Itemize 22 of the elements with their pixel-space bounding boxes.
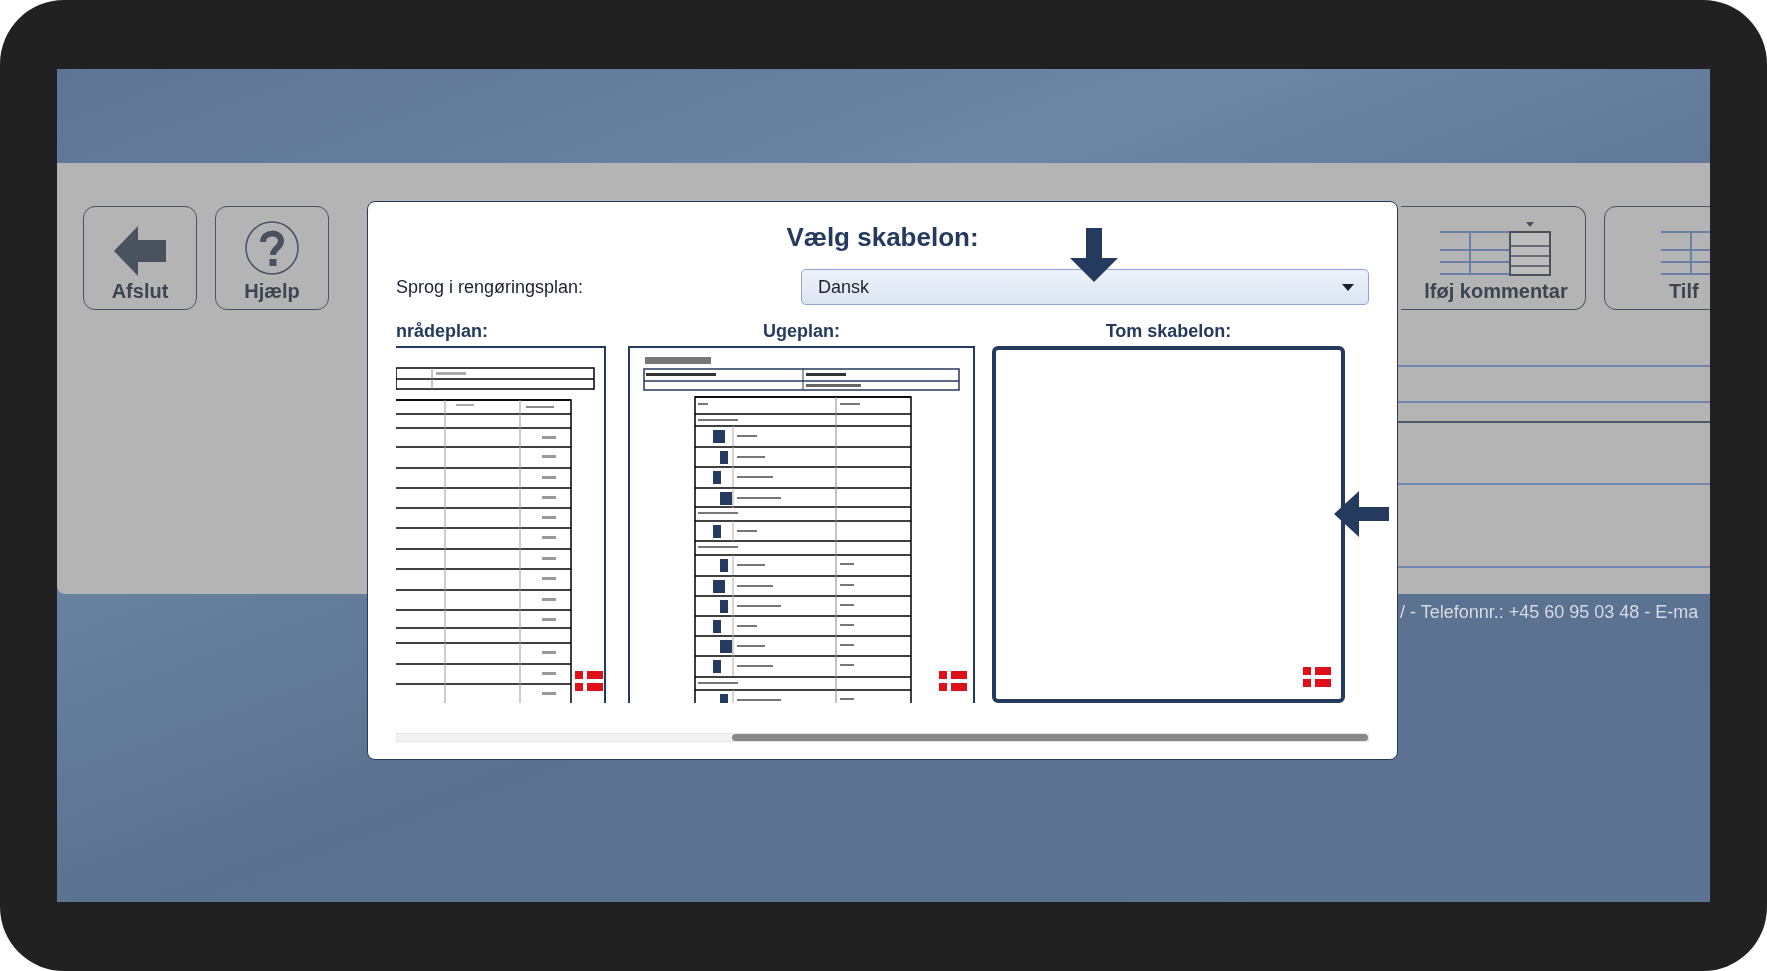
flag-icon bbox=[1303, 667, 1331, 687]
template-preview[interactable] bbox=[628, 346, 975, 703]
dialog-title: Vælg skabelon: bbox=[786, 222, 979, 253]
template-title: nrådeplan: bbox=[396, 321, 488, 342]
flag-icon bbox=[939, 671, 967, 691]
exit-button[interactable]: Afslut bbox=[83, 206, 197, 310]
template-preview[interactable] bbox=[992, 346, 1345, 703]
help-icon bbox=[244, 220, 300, 276]
arrow-left-icon bbox=[1334, 491, 1389, 537]
template-title: Ugeplan: bbox=[763, 321, 840, 342]
language-label: Sprog i rengøringsplan: bbox=[396, 276, 585, 298]
flag-icon bbox=[575, 671, 603, 691]
template-title: Tom skabelon: bbox=[1105, 321, 1232, 342]
scrollbar[interactable] bbox=[396, 733, 1369, 742]
contact-info: / - Telefonnr.: +45 60 95 03 48 - E-ma bbox=[1400, 602, 1700, 623]
add-button[interactable]: Tilf bbox=[1604, 206, 1710, 310]
language-dropdown[interactable]: Dansk bbox=[801, 269, 1369, 305]
arrow-down-icon bbox=[1070, 228, 1118, 282]
help-button[interactable]: Hjælp bbox=[215, 206, 329, 310]
caret-icon bbox=[1342, 283, 1354, 291]
arrow-left-icon bbox=[114, 226, 166, 276]
add-comment-button[interactable]: lføj kommentar bbox=[1401, 206, 1586, 310]
